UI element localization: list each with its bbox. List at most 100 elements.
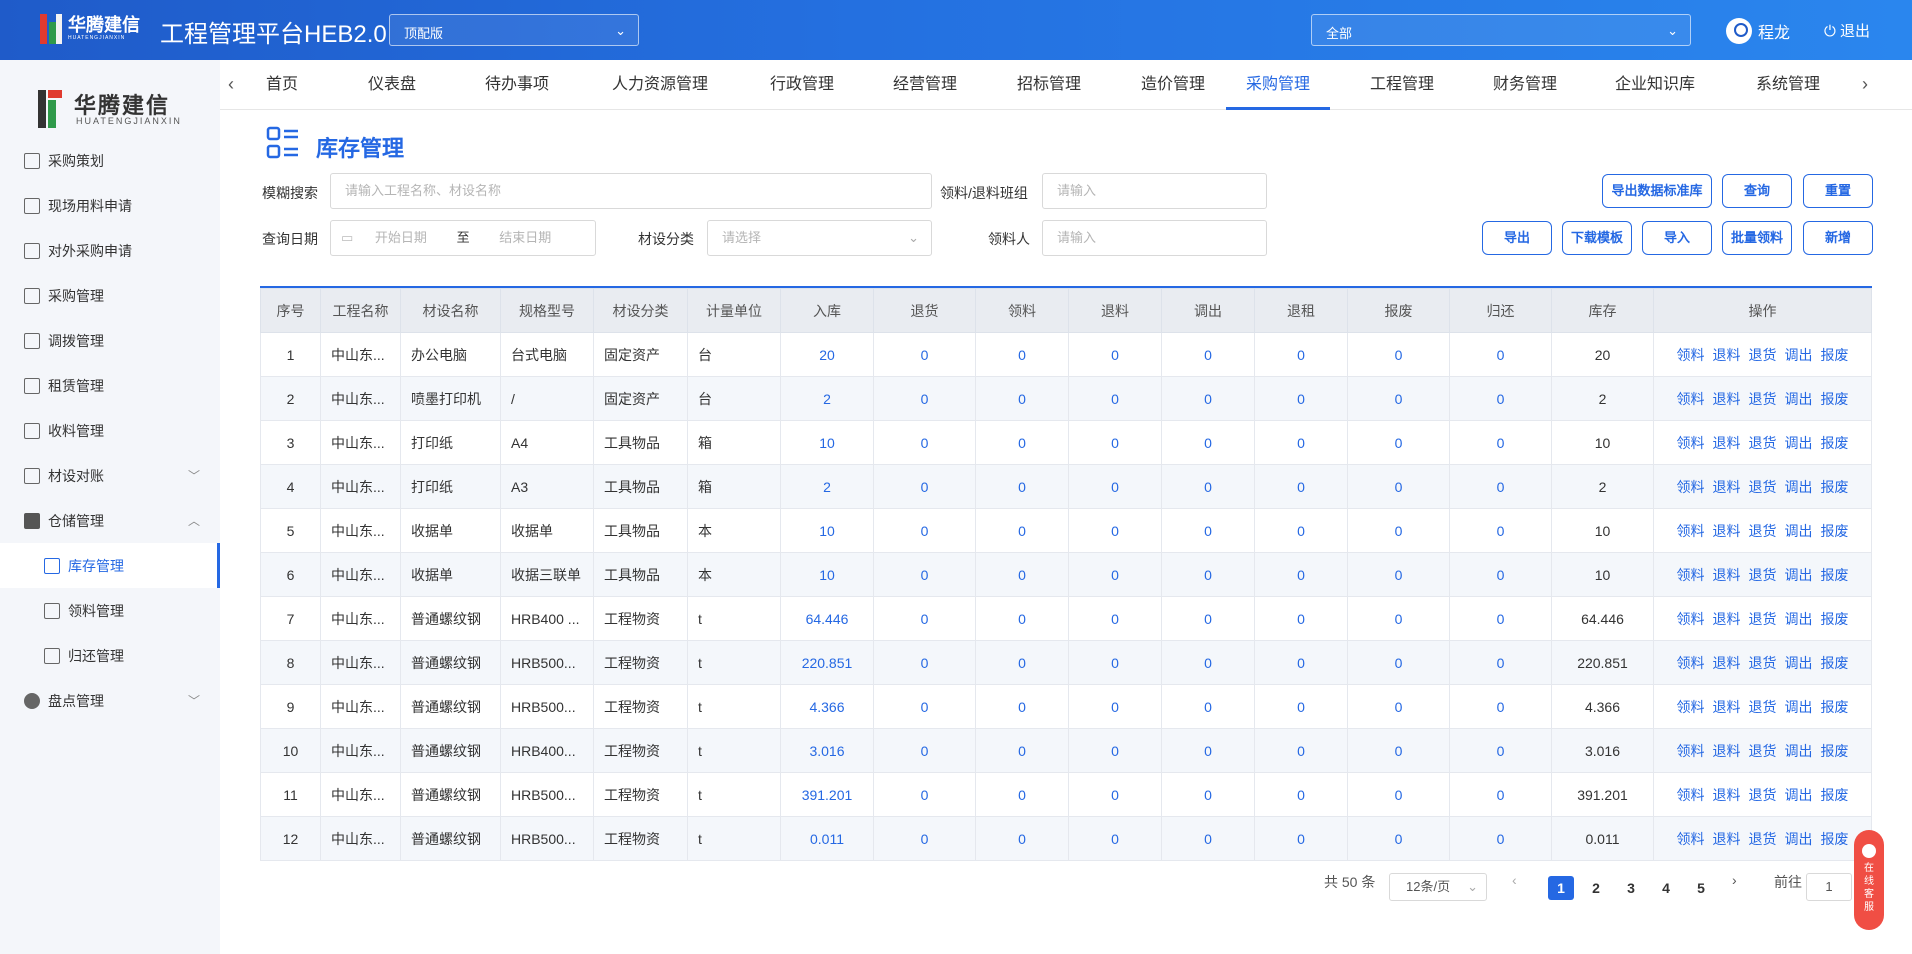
row-action-link[interactable]: 调出 xyxy=(1785,831,1813,847)
table-cell[interactable]: 0 xyxy=(1449,464,1552,509)
table-cell[interactable]: 3.016 xyxy=(780,728,874,773)
table-cell[interactable]: 0 xyxy=(975,376,1069,421)
row-action-link[interactable]: 退货 xyxy=(1749,743,1777,759)
row-action-link[interactable]: 领料 xyxy=(1677,831,1705,847)
row-action-link[interactable]: 报废 xyxy=(1821,567,1849,583)
table-cell[interactable]: 0 xyxy=(1068,640,1162,685)
row-action-link[interactable]: 调出 xyxy=(1785,347,1813,363)
tab-dashboard[interactable]: 仪表盘 xyxy=(351,60,433,110)
row-action-link[interactable]: 报废 xyxy=(1821,611,1849,627)
table-cell[interactable]: 0 xyxy=(873,596,976,641)
table-cell[interactable]: 0 xyxy=(1449,508,1552,553)
online-service-button[interactable]: 在线客服 xyxy=(1854,830,1884,930)
table-cell[interactable]: 0 xyxy=(873,816,976,861)
row-action-link[interactable]: 退料 xyxy=(1713,479,1741,495)
table-cell[interactable]: 0.011 xyxy=(780,816,874,861)
row-action-link[interactable]: 报废 xyxy=(1821,831,1849,847)
table-cell[interactable]: 0 xyxy=(1347,772,1450,817)
tab-finance[interactable]: 财务管理 xyxy=(1465,60,1585,110)
table-cell[interactable]: 0 xyxy=(1161,552,1255,597)
table-cell[interactable]: 0 xyxy=(873,552,976,597)
table-cell[interactable]: 0 xyxy=(1068,596,1162,641)
table-cell[interactable]: 0 xyxy=(1449,640,1552,685)
table-cell[interactable]: 0 xyxy=(873,464,976,509)
row-action-link[interactable]: 退货 xyxy=(1749,655,1777,671)
download-template-button[interactable]: 下载模板 xyxy=(1562,221,1632,255)
row-action-link[interactable]: 报废 xyxy=(1821,435,1849,451)
sidebar-item-receiving[interactable]: 收料管理 xyxy=(0,408,220,453)
table-cell[interactable]: 0 xyxy=(873,332,976,377)
row-action-link[interactable]: 领料 xyxy=(1677,787,1705,803)
table-cell[interactable]: 0 xyxy=(975,684,1069,729)
sidebar-item-transfer[interactable]: 调拨管理 xyxy=(0,318,220,363)
table-cell[interactable]: 0 xyxy=(873,508,976,553)
table-cell[interactable]: 20 xyxy=(780,332,874,377)
table-cell[interactable]: 0 xyxy=(1449,728,1552,773)
table-cell[interactable]: 0 xyxy=(1161,640,1255,685)
query-button[interactable]: 查询 xyxy=(1722,174,1792,208)
tab-admin[interactable]: 行政管理 xyxy=(742,60,862,110)
row-action-link[interactable]: 退料 xyxy=(1713,347,1741,363)
page-2[interactable]: 2 xyxy=(1583,876,1609,900)
row-action-link[interactable]: 报废 xyxy=(1821,655,1849,671)
tab-todo[interactable]: 待办事项 xyxy=(465,60,569,110)
row-action-link[interactable]: 退货 xyxy=(1749,611,1777,627)
table-cell[interactable]: 0 xyxy=(873,376,976,421)
sidebar-item-lease[interactable]: 租赁管理 xyxy=(0,363,220,408)
row-action-link[interactable]: 调出 xyxy=(1785,567,1813,583)
scope-select[interactable]: 全部 ⌄ xyxy=(1311,14,1691,46)
row-action-link[interactable]: 调出 xyxy=(1785,611,1813,627)
table-cell[interactable]: 0 xyxy=(1161,728,1255,773)
import-button[interactable]: 导入 xyxy=(1642,221,1712,255)
table-cell[interactable]: 0 xyxy=(1347,332,1450,377)
row-action-link[interactable]: 领料 xyxy=(1677,479,1705,495)
table-cell[interactable]: 0 xyxy=(1449,420,1552,465)
prev-page-icon[interactable]: ‹ xyxy=(1512,872,1517,888)
date-range-picker[interactable]: ▭ 开始日期 至 结束日期 xyxy=(330,220,596,256)
table-cell[interactable]: 0 xyxy=(1161,420,1255,465)
page-4[interactable]: 4 xyxy=(1653,876,1679,900)
row-action-link[interactable]: 领料 xyxy=(1677,347,1705,363)
row-action-link[interactable]: 报废 xyxy=(1821,523,1849,539)
table-cell[interactable]: 0 xyxy=(1449,816,1552,861)
row-action-link[interactable]: 调出 xyxy=(1785,523,1813,539)
table-cell[interactable]: 0 xyxy=(1161,332,1255,377)
table-cell[interactable]: 0 xyxy=(1254,684,1348,729)
table-cell[interactable]: 0 xyxy=(1161,376,1255,421)
logout-button[interactable]: ⏻ 退出 xyxy=(1824,20,1870,41)
row-action-link[interactable]: 调出 xyxy=(1785,743,1813,759)
row-action-link[interactable]: 退料 xyxy=(1713,435,1741,451)
row-action-link[interactable]: 退货 xyxy=(1749,523,1777,539)
row-action-link[interactable]: 退料 xyxy=(1713,611,1741,627)
table-cell[interactable]: 0 xyxy=(1449,376,1552,421)
table-cell[interactable]: 0 xyxy=(975,596,1069,641)
row-action-link[interactable]: 退货 xyxy=(1749,699,1777,715)
table-cell[interactable]: 0 xyxy=(1068,728,1162,773)
table-cell[interactable]: 0 xyxy=(1068,332,1162,377)
table-cell[interactable]: 0 xyxy=(873,684,976,729)
table-cell[interactable]: 0 xyxy=(1068,420,1162,465)
sidebar-item-site-material-request[interactable]: 现场用料申请 xyxy=(0,183,220,228)
table-cell[interactable]: 0 xyxy=(1449,596,1552,641)
table-cell[interactable]: 0 xyxy=(975,816,1069,861)
page-5[interactable]: 5 xyxy=(1688,876,1714,900)
tab-engineering[interactable]: 工程管理 xyxy=(1342,60,1462,110)
goto-page-input[interactable]: 1 xyxy=(1806,873,1852,901)
row-action-link[interactable]: 退货 xyxy=(1749,479,1777,495)
row-action-link[interactable]: 调出 xyxy=(1785,699,1813,715)
table-cell[interactable]: 0 xyxy=(1347,508,1450,553)
next-page-icon[interactable]: › xyxy=(1732,872,1737,888)
page-3[interactable]: 3 xyxy=(1618,876,1644,900)
tab-system[interactable]: 系统管理 xyxy=(1728,60,1848,110)
row-action-link[interactable]: 退料 xyxy=(1713,523,1741,539)
row-action-link[interactable]: 调出 xyxy=(1785,787,1813,803)
nav-next-icon[interactable]: › xyxy=(1862,74,1868,95)
table-cell[interactable]: 0 xyxy=(1254,508,1348,553)
table-cell[interactable]: 2 xyxy=(780,464,874,509)
row-action-link[interactable]: 退料 xyxy=(1713,787,1741,803)
row-action-link[interactable]: 领料 xyxy=(1677,743,1705,759)
table-cell[interactable]: 0 xyxy=(1068,376,1162,421)
table-cell[interactable]: 0 xyxy=(873,728,976,773)
table-cell[interactable]: 0 xyxy=(1347,464,1450,509)
table-cell[interactable]: 10 xyxy=(780,508,874,553)
